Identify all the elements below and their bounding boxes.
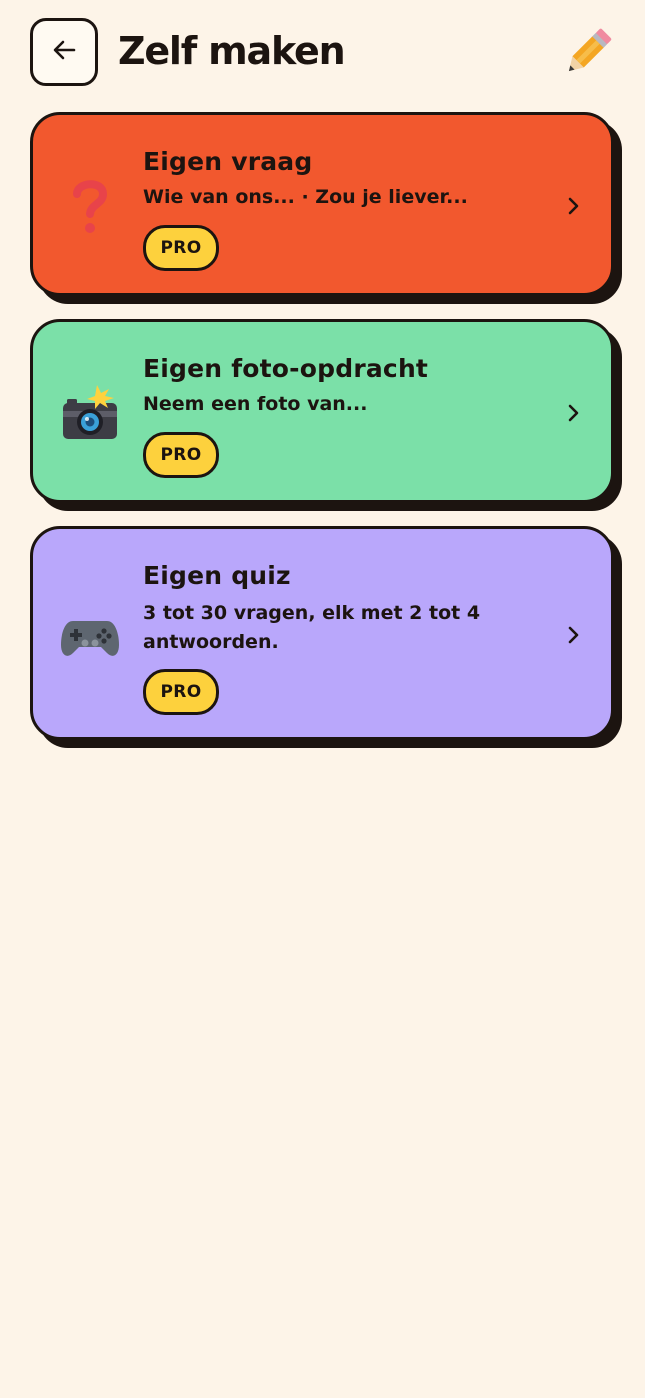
card-eigen-vraag[interactable]: Eigen vraag Wie van ons... · Zou je liev… bbox=[30, 112, 622, 304]
card-body[interactable]: Eigen quiz 3 tot 30 vragen, elk met 2 to… bbox=[30, 526, 614, 740]
card-eigen-quiz[interactable]: Eigen quiz 3 tot 30 vragen, elk met 2 to… bbox=[30, 526, 622, 748]
card-description: Neem een foto van... bbox=[143, 393, 368, 415]
card-body[interactable]: Eigen vraag Wie van ons... · Zou je liev… bbox=[30, 112, 614, 296]
card-title: Eigen foto-opdracht bbox=[143, 354, 429, 383]
chevron-right-icon bbox=[563, 403, 583, 423]
card-title: Eigen vraag bbox=[143, 147, 313, 176]
question-mark-icon bbox=[59, 176, 121, 238]
back-button[interactable] bbox=[30, 18, 98, 86]
arrow-left-icon bbox=[50, 36, 78, 68]
pro-badge: PRO bbox=[143, 669, 219, 715]
card-body[interactable]: Eigen foto-opdracht Neem een foto van...… bbox=[30, 319, 614, 503]
card-description: 3 tot 30 vragen, elk met 2 tot 4 antwoor… bbox=[143, 602, 481, 653]
card-description: Wie van ons... · Zou je liever... bbox=[143, 186, 468, 208]
pencil-icon[interactable] bbox=[560, 24, 616, 80]
page-title: Zelf maken bbox=[118, 29, 346, 73]
chevron-right-icon bbox=[563, 625, 583, 645]
pro-badge: PRO bbox=[143, 225, 219, 271]
card-title: Eigen quiz bbox=[143, 561, 291, 590]
chevron-right-icon bbox=[563, 196, 583, 216]
card-eigen-foto-opdracht[interactable]: Eigen foto-opdracht Neem een foto van...… bbox=[30, 319, 622, 511]
camera-flash-icon bbox=[59, 383, 121, 445]
game-controller-icon bbox=[59, 605, 121, 667]
header: Zelf maken bbox=[0, 0, 645, 104]
pro-badge: PRO bbox=[143, 432, 219, 478]
